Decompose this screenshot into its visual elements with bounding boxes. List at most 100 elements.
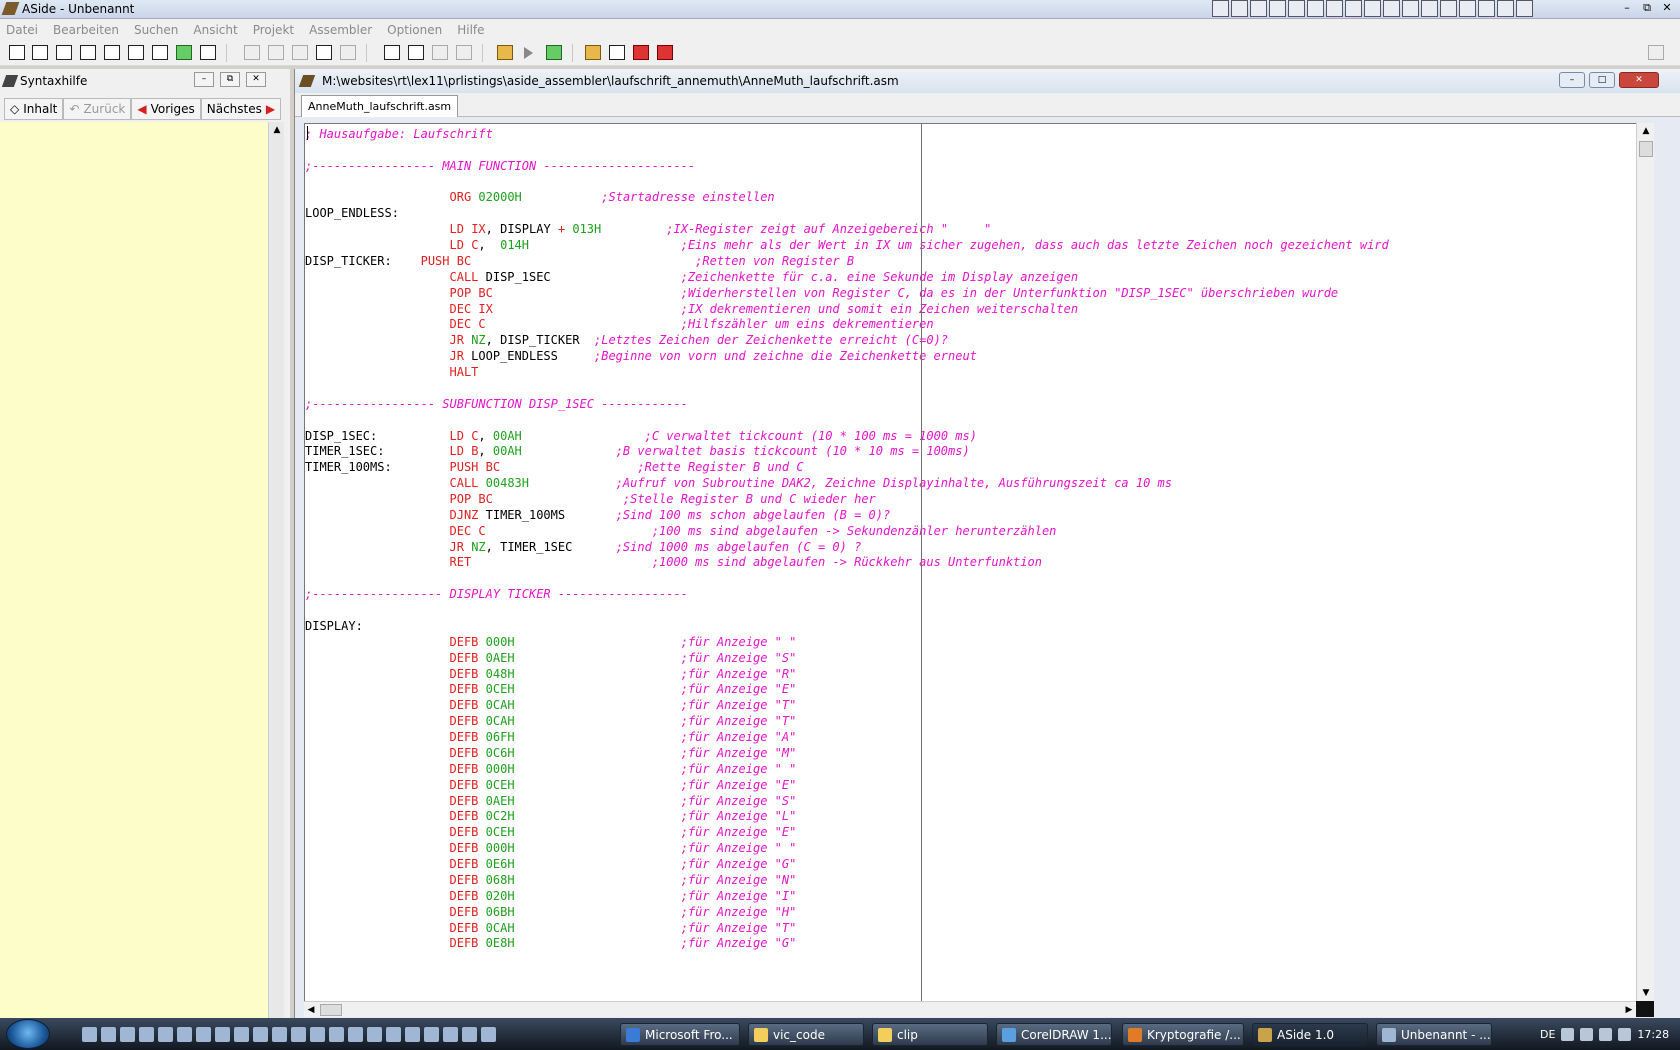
code-line[interactable]: DEFB 0CAH ;für Anzeige "T": [305, 697, 1636, 714]
code-line[interactable]: DJNZ TIMER_100MS ;Sind 100 ms schon abge…: [305, 507, 1636, 524]
tray-icon[interactable]: [1580, 1027, 1594, 1041]
quick-icon[interactable]: [1307, 0, 1324, 17]
save-all-icon[interactable]: [80, 45, 96, 60]
code-line[interactable]: [305, 142, 1636, 159]
find-icon[interactable]: [384, 45, 400, 60]
menu-optionen[interactable]: Optionen: [387, 23, 442, 37]
open-file-icon[interactable]: [32, 45, 48, 60]
scroll-left-arrow-icon[interactable]: ◀: [304, 1002, 318, 1018]
inhalt-button[interactable]: ◇ Inhalt: [4, 98, 64, 120]
code-line[interactable]: CALL DISP_1SEC ;Zeichenkette für c.a. ei…: [305, 269, 1636, 286]
quicklaunch-icon[interactable]: [481, 1027, 496, 1042]
code-line[interactable]: JR NZ, DISP_TICKER ;Letztes Zeichen der …: [305, 332, 1636, 349]
code-line[interactable]: TIMER_1SEC: LD B, 00AH ;B verwaltet basi…: [305, 443, 1636, 460]
vertical-scroll-thumb[interactable]: [1639, 141, 1653, 157]
quicklaunch-icon[interactable]: [348, 1027, 363, 1042]
quicklaunch-icon[interactable]: [443, 1027, 458, 1042]
code-line[interactable]: ;----------------- MAIN FUNCTION -------…: [305, 158, 1636, 175]
scroll-up-arrow-icon[interactable]: ▲: [269, 122, 285, 138]
code-line[interactable]: ; Hausaufgabe: Laufschrift: [305, 126, 1636, 143]
code-line[interactable]: TIMER_100MS: PUSH BC ;Rette Register B u…: [305, 459, 1636, 476]
code-line[interactable]: DISP_1SEC: LD C, 00AH ;C verwaltet tickc…: [305, 428, 1636, 445]
code-line[interactable]: DEFB 0CAH ;für Anzeige "T": [305, 920, 1636, 937]
quicklaunch-icon[interactable]: [196, 1027, 211, 1042]
code-line[interactable]: LD IX, DISPLAY + 013H ;IX-Register zeigt…: [305, 221, 1636, 238]
code-line[interactable]: DEFB 0CEH ;für Anzeige "E": [305, 681, 1636, 698]
quicklaunch-icon[interactable]: [329, 1027, 344, 1042]
code-line[interactable]: DEFB 000H ;für Anzeige " ": [305, 634, 1636, 651]
quicklaunch-icon[interactable]: [272, 1027, 287, 1042]
panel-minimize-button[interactable]: –: [194, 72, 214, 87]
code-line[interactable]: [305, 602, 1636, 619]
quicklaunch-icon[interactable]: [310, 1027, 325, 1042]
quicklaunch-icon[interactable]: [367, 1027, 382, 1042]
quick-icon[interactable]: [1440, 0, 1457, 17]
scroll-right-arrow-icon[interactable]: ▶: [1622, 1002, 1636, 1018]
code-line[interactable]: DEFB 020H ;für Anzeige "I": [305, 888, 1636, 905]
quicklaunch-icon[interactable]: [291, 1027, 306, 1042]
editor-minimize-button[interactable]: –: [1559, 72, 1585, 88]
volume-icon[interactable]: [1599, 1027, 1613, 1041]
quick-icon[interactable]: [1288, 0, 1305, 17]
code-line[interactable]: POP BC ;Stelle Register B und C wieder h…: [305, 491, 1636, 508]
undo-icon[interactable]: [244, 45, 260, 60]
save-file-icon[interactable]: [56, 45, 72, 60]
code-line[interactable]: [305, 380, 1636, 397]
code-line[interactable]: [305, 570, 1636, 587]
code-line[interactable]: LD C, 014H ;Eins mehr als der Wert in IX…: [305, 237, 1636, 254]
run-icon[interactable]: [524, 47, 533, 59]
quicklaunch-icon[interactable]: [405, 1027, 420, 1042]
code-line[interactable]: DEFB 06BH ;für Anzeige "H": [305, 904, 1636, 921]
scroll-down-arrow-icon[interactable]: ▼: [1637, 985, 1655, 1001]
code-line[interactable]: RET ;1000 ms sind abgelaufen -> Rückkehr…: [305, 554, 1636, 571]
code-line[interactable]: DEFB 0C2H ;für Anzeige "L": [305, 808, 1636, 825]
quicklaunch-icon[interactable]: [253, 1027, 268, 1042]
close-file-icon[interactable]: [104, 45, 120, 60]
quick-icon[interactable]: [1478, 0, 1495, 17]
quick-icon[interactable]: [1516, 0, 1533, 17]
project-icon[interactable]: [152, 45, 168, 60]
zurueck-button[interactable]: ↶ Zurück: [63, 98, 132, 120]
code-line[interactable]: [305, 174, 1636, 191]
code-line[interactable]: DEFB 0AEH ;für Anzeige "S": [305, 650, 1636, 667]
quick-icon[interactable]: [1231, 0, 1248, 17]
quick-icon[interactable]: [1383, 0, 1400, 17]
find-next-icon[interactable]: [432, 45, 448, 60]
quicklaunch-icon[interactable]: [120, 1027, 135, 1042]
panel-restore-button[interactable]: ⧉: [220, 72, 240, 87]
quicklaunch-icon[interactable]: [424, 1027, 439, 1042]
cut-icon[interactable]: [268, 45, 284, 60]
code-line[interactable]: ORG 02000H ;Startadresse einstellen: [305, 189, 1636, 206]
quick-icon[interactable]: [1497, 0, 1514, 17]
task-kryptografie[interactable]: Kryptografie /...: [1122, 1023, 1244, 1046]
edit-icon[interactable]: [340, 45, 356, 60]
close-button[interactable]: ✕: [1658, 1, 1676, 17]
task-unbenannt[interactable]: Unbenannt - ...: [1376, 1023, 1492, 1046]
eraser-icon[interactable]: [609, 45, 625, 60]
code-line[interactable]: HALT: [305, 364, 1636, 381]
restore-button[interactable]: ⧉: [1638, 1, 1656, 17]
code-line[interactable]: DISP_TICKER: PUSH BC ;Retten von Registe…: [305, 253, 1636, 270]
code-line[interactable]: ;------------------ DISPLAY TICKER -----…: [305, 586, 1636, 603]
quicklaunch-icon[interactable]: [158, 1027, 173, 1042]
code-line[interactable]: JR LOOP_ENDLESS ;Beginne von vorn und ze…: [305, 348, 1636, 365]
quicklaunch-icon[interactable]: [101, 1027, 116, 1042]
code-line[interactable]: DEC IX ;IX dekrementieren und somit ein …: [305, 301, 1636, 318]
quicklaunch-icon[interactable]: [82, 1027, 97, 1042]
code-line[interactable]: POP BC ;Widerherstellen von Register C, …: [305, 285, 1636, 302]
code-line[interactable]: DEFB 0CAH ;für Anzeige "T": [305, 713, 1636, 730]
code-line[interactable]: DEFB 06FH ;für Anzeige "A": [305, 729, 1636, 746]
code-line[interactable]: DEFB 0CEH ;für Anzeige "E": [305, 824, 1636, 841]
code-line[interactable]: [305, 412, 1636, 429]
code-line[interactable]: DEFB 0E8H ;für Anzeige "G": [305, 935, 1636, 952]
menu-ansicht[interactable]: Ansicht: [193, 23, 237, 37]
quicklaunch-icon[interactable]: [215, 1027, 230, 1042]
new-file-icon[interactable]: [9, 45, 25, 60]
horizontal-scroll-thumb[interactable]: [320, 1004, 342, 1016]
paste-icon[interactable]: [316, 45, 332, 60]
panel-close-button[interactable]: ✕: [246, 72, 266, 87]
code-line[interactable]: DEC C ;Hilfszähler um eins dekrementiere…: [305, 316, 1636, 333]
tab-annemuth-laufschrift[interactable]: AnneMuth_laufschrift.asm: [301, 95, 459, 117]
code-vertical-scrollbar[interactable]: ▲ ▼: [1636, 123, 1654, 1001]
quicklaunch-icon[interactable]: [462, 1027, 477, 1042]
